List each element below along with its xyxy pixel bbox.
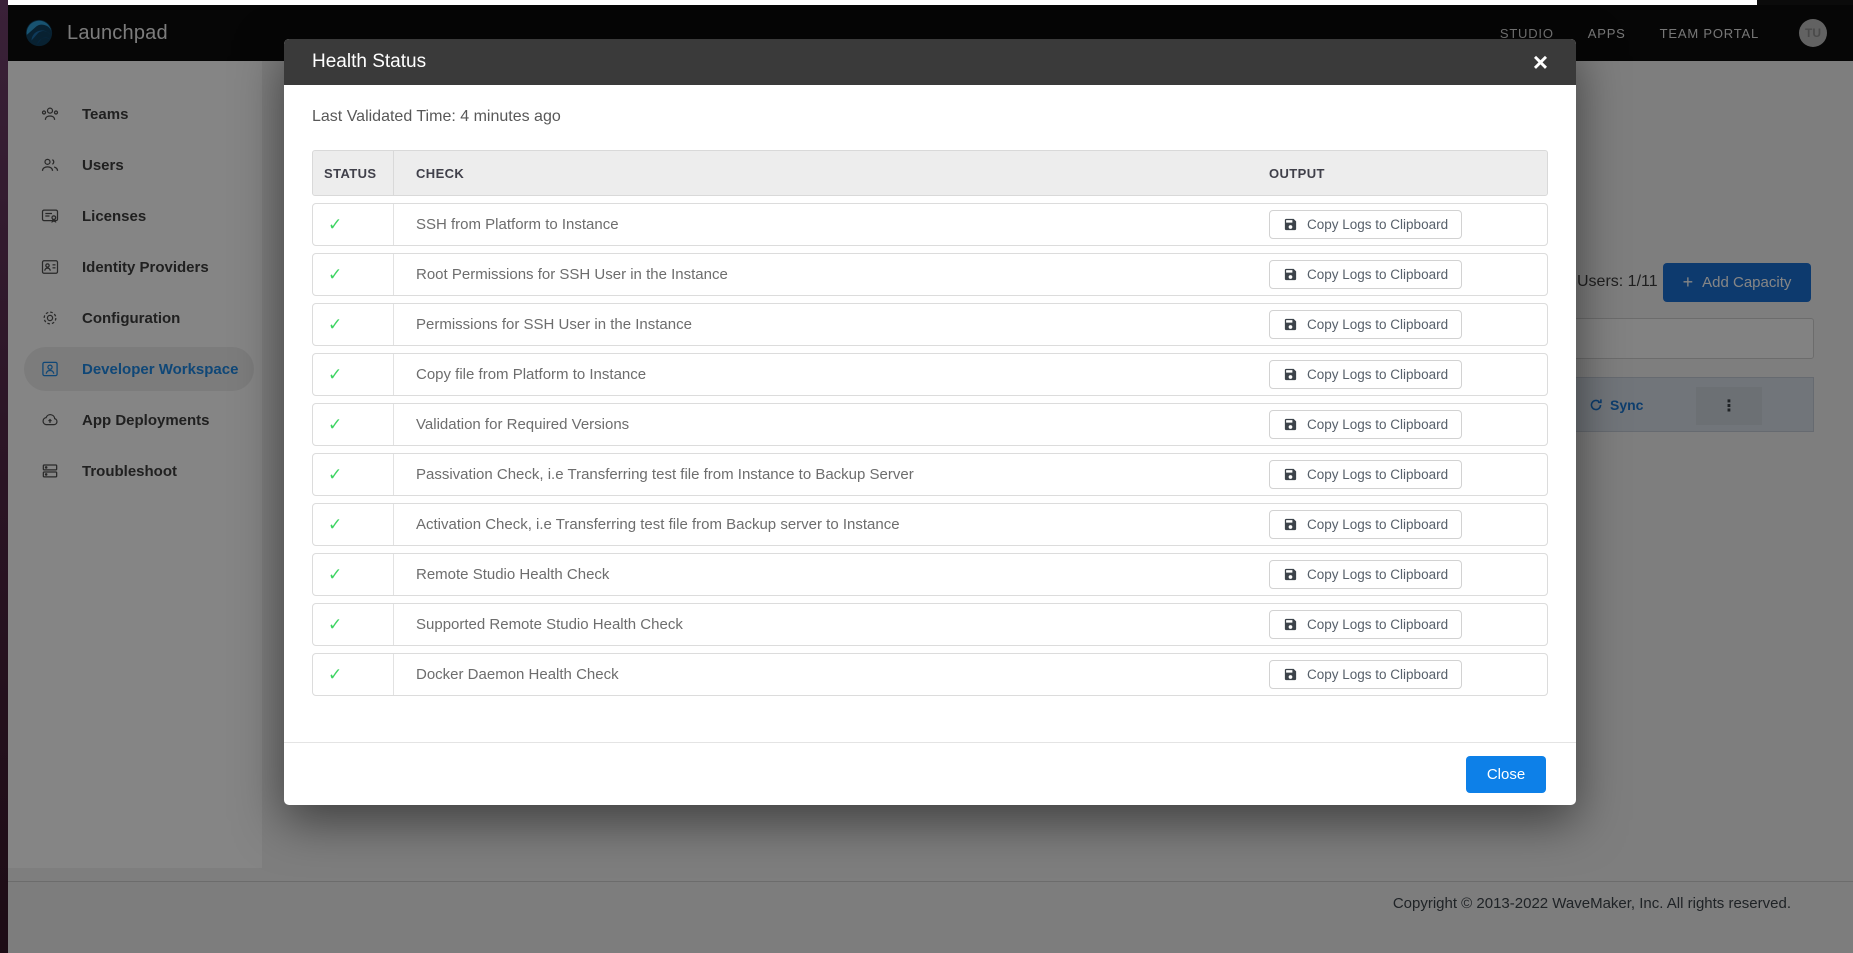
status-pass-icon: ✓ <box>313 504 394 545</box>
output-cell: Copy Logs to Clipboard <box>1269 354 1547 395</box>
health-check-row: ✓Activation Check, i.e Transferring test… <box>312 503 1548 546</box>
status-pass-icon: ✓ <box>313 354 394 395</box>
check-name: Remote Studio Health Check <box>394 554 1269 595</box>
modal-title: Health Status <box>312 51 426 73</box>
save-icon <box>1283 567 1298 582</box>
copy-logs-button[interactable]: Copy Logs to Clipboard <box>1269 260 1462 289</box>
health-table: STATUS CHECK OUTPUT ✓SSH from Platform t… <box>312 150 1548 696</box>
copy-logs-label: Copy Logs to Clipboard <box>1307 367 1448 382</box>
output-cell: Copy Logs to Clipboard <box>1269 404 1547 445</box>
copy-logs-label: Copy Logs to Clipboard <box>1307 667 1448 682</box>
copy-logs-label: Copy Logs to Clipboard <box>1307 317 1448 332</box>
close-button[interactable]: Close <box>1466 756 1546 793</box>
health-table-header: STATUS CHECK OUTPUT <box>312 150 1548 196</box>
copy-logs-button[interactable]: Copy Logs to Clipboard <box>1269 660 1462 689</box>
copy-logs-button[interactable]: Copy Logs to Clipboard <box>1269 560 1462 589</box>
output-cell: Copy Logs to Clipboard <box>1269 204 1547 245</box>
check-name: Supported Remote Studio Health Check <box>394 604 1269 645</box>
copy-logs-button[interactable]: Copy Logs to Clipboard <box>1269 460 1462 489</box>
last-validated-label: Last Validated Time: 4 minutes ago <box>312 108 1548 126</box>
output-cell: Copy Logs to Clipboard <box>1269 654 1547 695</box>
status-pass-icon: ✓ <box>313 304 394 345</box>
copy-logs-label: Copy Logs to Clipboard <box>1307 617 1448 632</box>
health-check-row: ✓Remote Studio Health Check Copy Logs to … <box>312 553 1548 596</box>
copy-logs-label: Copy Logs to Clipboard <box>1307 517 1448 532</box>
check-name: Root Permissions for SSH User in the Ins… <box>394 254 1269 295</box>
close-icon[interactable]: × <box>1533 52 1548 72</box>
column-header-status: STATUS <box>313 151 394 195</box>
copy-logs-button[interactable]: Copy Logs to Clipboard <box>1269 610 1462 639</box>
health-check-row: ✓Root Permissions for SSH User in the In… <box>312 253 1548 296</box>
copy-logs-button[interactable]: Copy Logs to Clipboard <box>1269 210 1462 239</box>
check-name: Activation Check, i.e Transferring test … <box>394 504 1269 545</box>
health-check-row: ✓SSH from Platform to Instance Copy Logs … <box>312 203 1548 246</box>
copy-logs-button[interactable]: Copy Logs to Clipboard <box>1269 510 1462 539</box>
save-icon <box>1283 217 1298 232</box>
modal-footer: Close <box>284 742 1576 805</box>
output-cell: Copy Logs to Clipboard <box>1269 554 1547 595</box>
output-cell: Copy Logs to Clipboard <box>1269 254 1547 295</box>
check-name: Docker Daemon Health Check <box>394 654 1269 695</box>
column-header-check: CHECK <box>394 151 1269 195</box>
status-pass-icon: ✓ <box>313 654 394 695</box>
output-cell: Copy Logs to Clipboard <box>1269 504 1547 545</box>
save-icon <box>1283 467 1298 482</box>
health-check-row: ✓Docker Daemon Health Check Copy Logs to … <box>312 653 1548 696</box>
health-status-modal: Health Status × Last Validated Time: 4 m… <box>284 39 1576 805</box>
modal-header: Health Status × <box>284 39 1576 85</box>
status-pass-icon: ✓ <box>313 404 394 445</box>
check-name: Passivation Check, i.e Transferring test… <box>394 454 1269 495</box>
copy-logs-button[interactable]: Copy Logs to Clipboard <box>1269 360 1462 389</box>
modal-body: Last Validated Time: 4 minutes ago STATU… <box>284 85 1576 742</box>
health-check-row: ✓Validation for Required Versions Copy Lo… <box>312 403 1548 446</box>
check-name: Validation for Required Versions <box>394 404 1269 445</box>
save-icon <box>1283 617 1298 632</box>
status-pass-icon: ✓ <box>313 204 394 245</box>
output-cell: Copy Logs to Clipboard <box>1269 304 1547 345</box>
copy-logs-button[interactable]: Copy Logs to Clipboard <box>1269 310 1462 339</box>
copy-logs-label: Copy Logs to Clipboard <box>1307 267 1448 282</box>
save-icon <box>1283 417 1298 432</box>
check-name: Copy file from Platform to Instance <box>394 354 1269 395</box>
health-check-row: ✓Supported Remote Studio Health Check Cop… <box>312 603 1548 646</box>
check-name: Permissions for SSH User in the Instance <box>394 304 1269 345</box>
health-check-row: ✓Passivation Check, i.e Transferring tes… <box>312 453 1548 496</box>
output-cell: Copy Logs to Clipboard <box>1269 454 1547 495</box>
save-icon <box>1283 667 1298 682</box>
copy-logs-label: Copy Logs to Clipboard <box>1307 417 1448 432</box>
launchpad-app: Launchpad STUDIO APPS TEAM PORTAL TU Tea… <box>8 5 1853 953</box>
screen: Launchpad STUDIO APPS TEAM PORTAL TU Tea… <box>0 0 1853 953</box>
status-pass-icon: ✓ <box>313 254 394 295</box>
save-icon <box>1283 517 1298 532</box>
health-check-row: ✓Permissions for SSH User in the Instanc… <box>312 303 1548 346</box>
column-header-output: OUTPUT <box>1269 151 1547 195</box>
copy-logs-label: Copy Logs to Clipboard <box>1307 217 1448 232</box>
save-icon <box>1283 317 1298 332</box>
copy-logs-label: Copy Logs to Clipboard <box>1307 567 1448 582</box>
save-icon <box>1283 267 1298 282</box>
status-pass-icon: ✓ <box>313 554 394 595</box>
save-icon <box>1283 367 1298 382</box>
output-cell: Copy Logs to Clipboard <box>1269 604 1547 645</box>
status-pass-icon: ✓ <box>313 454 394 495</box>
status-pass-icon: ✓ <box>313 604 394 645</box>
copy-logs-button[interactable]: Copy Logs to Clipboard <box>1269 410 1462 439</box>
health-check-row: ✓Copy file from Platform to Instance Copy… <box>312 353 1548 396</box>
copy-logs-label: Copy Logs to Clipboard <box>1307 467 1448 482</box>
check-name: SSH from Platform to Instance <box>394 204 1269 245</box>
health-table-body: ✓SSH from Platform to InstanceCopy Logs … <box>312 203 1548 696</box>
